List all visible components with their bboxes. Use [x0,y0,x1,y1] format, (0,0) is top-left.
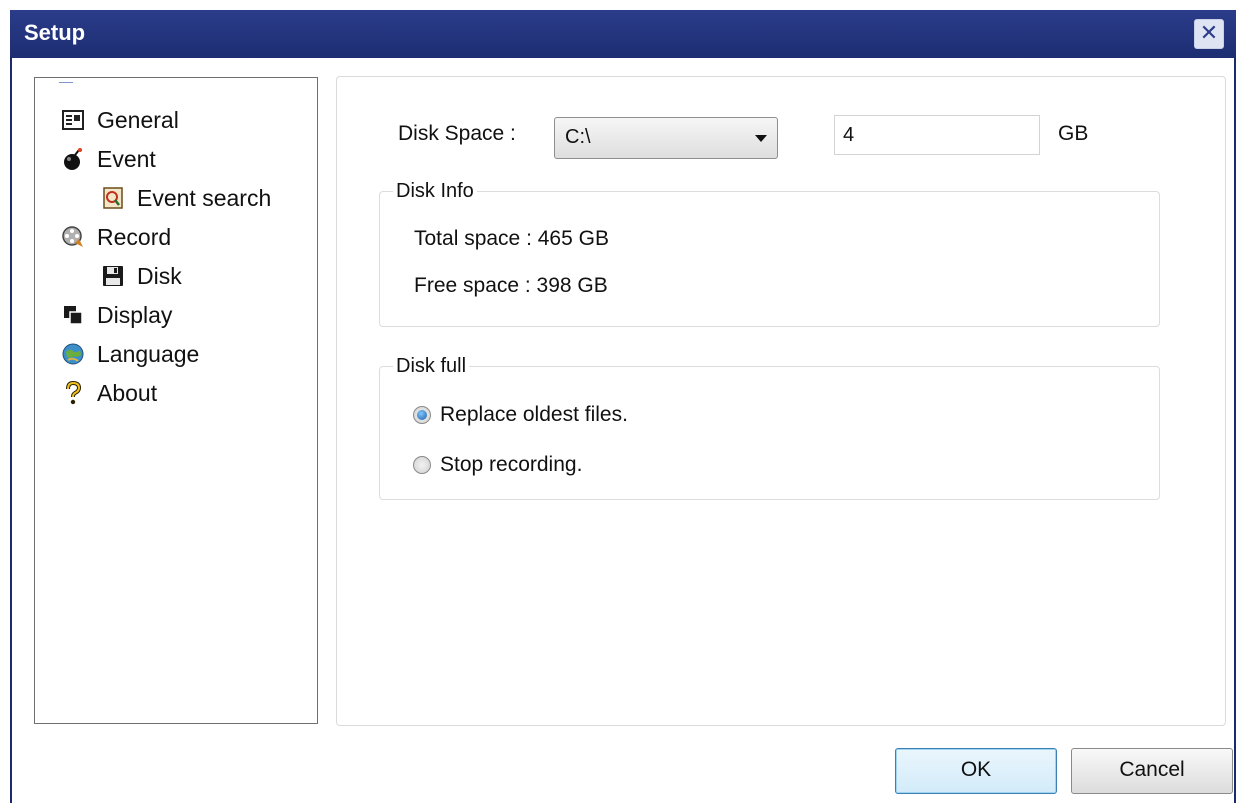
tree-item-label: Record [97,223,172,250]
radio-button-unchecked[interactable] [413,456,431,474]
disk-info-group [379,191,1160,327]
settings-tree: General Event Event search Record Disk D… [34,77,318,724]
free-space-text: Free space : 398 GB [414,274,608,297]
tree-item-disk[interactable]: Disk [101,261,182,291]
event-search-icon [101,186,125,210]
setup-window: Setup ✕ General Event Event search Recor… [0,0,1236,803]
title-bar: Setup ✕ [10,10,1236,58]
tree-item-label: About [97,379,158,406]
replace-oldest-files-option[interactable]: Replace oldest files. [413,400,628,430]
radio-label: Replace oldest files. [440,403,628,426]
disk-space-label: Disk Space : [398,122,516,145]
tree-item-language[interactable]: Language [61,339,199,369]
tree-item-general[interactable]: General [61,105,179,135]
bomb-icon [61,147,85,171]
disk-full-legend: Disk full [393,355,470,378]
question-mark-icon [61,381,85,405]
tree-item-label: Display [97,301,173,328]
chevron-down-icon [755,135,767,142]
window-border-left [10,58,12,803]
drive-select[interactable]: C:\ [554,117,778,159]
disk-info-legend: Disk Info [393,180,477,203]
total-space-text: Total space : 465 GB [414,227,609,250]
general-settings-icon [61,108,85,132]
tree-item-about[interactable]: About [61,378,157,408]
stop-recording-option[interactable]: Stop recording. [413,450,582,480]
tree-item-label: Language [97,340,200,367]
tree-item-label: Event [97,145,156,172]
tree-item-event-search[interactable]: Event search [101,183,271,213]
window-title: Setup [24,20,86,45]
ok-button[interactable]: OK [895,748,1057,794]
cancel-button[interactable]: Cancel [1071,748,1233,794]
tree-item-display[interactable]: Display [61,300,172,330]
radio-label: Stop recording. [440,453,583,476]
tree-root-line [59,82,73,83]
tree-item-record[interactable]: Record [61,222,171,252]
drive-select-value: C:\ [565,126,591,148]
floppy-disk-icon [101,264,125,288]
tree-item-label: General [97,106,179,133]
display-windows-icon [61,303,85,327]
disk-space-size-input[interactable] [834,115,1040,155]
tree-item-event[interactable]: Event [61,144,156,174]
close-button[interactable]: ✕ [1194,19,1224,49]
radio-button-checked[interactable] [413,406,431,424]
unit-label: GB [1058,122,1089,145]
globe-icon [61,342,85,366]
film-reel-icon [61,225,85,249]
tree-item-label: Event search [137,184,272,211]
tree-item-label: Disk [137,262,182,289]
